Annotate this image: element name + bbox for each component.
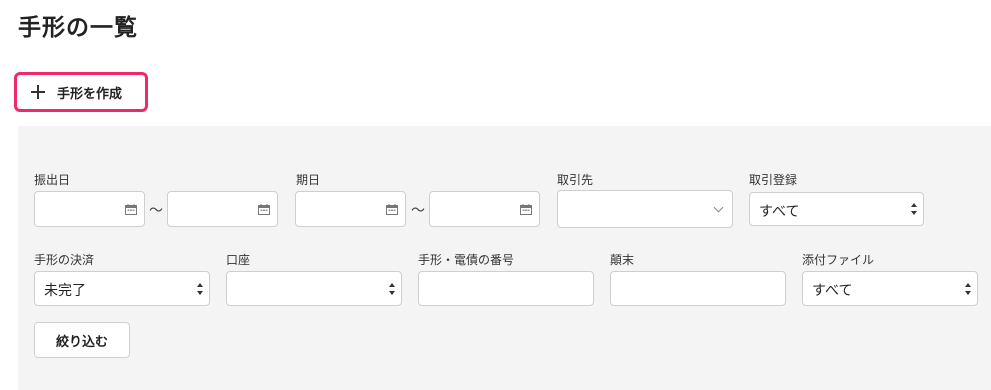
issue-date-from-input[interactable] bbox=[34, 191, 145, 227]
partner-label: 取引先 bbox=[557, 173, 594, 187]
calendar-icon bbox=[386, 204, 398, 215]
attachment-value: すべて bbox=[812, 283, 853, 299]
create-note-button[interactable]: 手形を作成 bbox=[20, 78, 142, 106]
plus-icon bbox=[31, 85, 45, 99]
due-date-label: 期日 bbox=[296, 173, 321, 187]
note-number-input[interactable] bbox=[418, 271, 594, 306]
account-select[interactable] bbox=[226, 271, 402, 306]
issue-date-to-input[interactable] bbox=[167, 191, 278, 227]
account-label: 口座 bbox=[226, 253, 251, 267]
issue-date-range-separator: 〜 bbox=[149, 203, 163, 219]
settlement-label: 手形の決済 bbox=[34, 253, 95, 267]
create-button-highlight: 手形を作成 bbox=[14, 72, 148, 112]
due-date-to-input[interactable] bbox=[429, 191, 540, 227]
sort-arrows-icon bbox=[965, 283, 971, 295]
registration-select[interactable]: すべて bbox=[749, 192, 924, 226]
chevron-down-icon bbox=[713, 202, 724, 213]
issue-date-label: 振出日 bbox=[34, 173, 71, 187]
sort-arrows-icon bbox=[389, 283, 395, 295]
partner-select[interactable] bbox=[557, 190, 733, 228]
registration-value: すべて bbox=[759, 204, 800, 220]
sort-arrows-icon bbox=[197, 283, 203, 295]
apply-filter-button[interactable]: 絞り込む bbox=[34, 322, 130, 358]
page-title: 手形の一覧 bbox=[18, 15, 138, 41]
calendar-icon bbox=[258, 204, 270, 215]
settlement-value: 未完了 bbox=[44, 283, 86, 299]
registration-label: 取引登録 bbox=[749, 173, 798, 187]
calendar-icon bbox=[125, 204, 137, 215]
settlement-select[interactable]: 未完了 bbox=[34, 271, 210, 306]
summary-input[interactable] bbox=[610, 271, 786, 306]
due-date-range-separator: 〜 bbox=[411, 203, 425, 219]
attachment-select[interactable]: すべて bbox=[802, 271, 978, 306]
sort-arrows-icon bbox=[911, 203, 917, 215]
summary-label: 顛末 bbox=[610, 253, 635, 267]
attachment-label: 添付ファイル bbox=[802, 253, 875, 267]
create-note-label: 手形を作成 bbox=[57, 86, 123, 102]
note-number-label: 手形・電債の番号 bbox=[418, 253, 515, 267]
calendar-icon bbox=[520, 204, 532, 215]
due-date-from-input[interactable] bbox=[295, 191, 406, 227]
